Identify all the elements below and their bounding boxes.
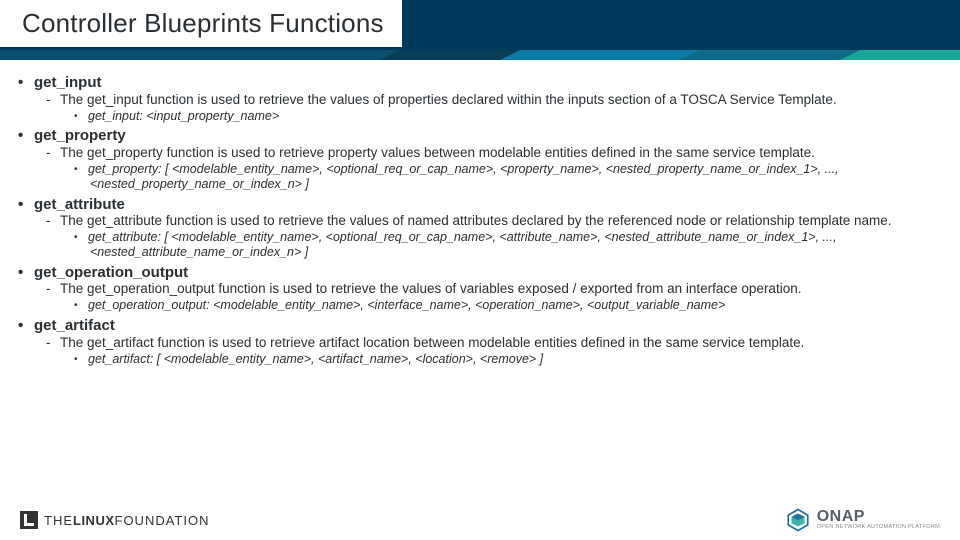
lf-the: THE [44, 513, 73, 528]
linux-foundation-logo: THELINUXFOUNDATION [20, 511, 209, 529]
onap-big: ONAP [817, 509, 940, 525]
fn-syntax: get_operation_output: <modelable_entity_… [90, 298, 932, 313]
footer: THELINUXFOUNDATION ONAP OPEN NETWORK AUT… [0, 504, 960, 540]
fn-get-attribute: get_attribute The get_attribute function… [34, 196, 932, 260]
fn-syntax: get_input: <input_property_name> [90, 109, 932, 124]
fn-name: get_artifact [30, 317, 932, 335]
fn-desc: The get_attribute function is used to re… [62, 213, 932, 229]
fn-get-artifact: get_artifact The get_artifact function i… [34, 317, 932, 366]
fn-get-input: get_input The get_input function is used… [34, 74, 932, 123]
onap-logo: ONAP OPEN NETWORK AUTOMATION PLATFORM [785, 507, 940, 533]
slide: Controller Blueprints Functions get_inpu… [0, 0, 960, 540]
fn-desc: The get_input function is used to retrie… [62, 92, 932, 108]
slide-title: Controller Blueprints Functions [0, 0, 402, 47]
lf-foundation: FOUNDATION [115, 513, 210, 528]
fn-syntax: get_attribute: [ <modelable_entity_name>… [90, 230, 932, 260]
fn-syntax: get_property: [ <modelable_entity_name>,… [90, 162, 932, 192]
onap-text: ONAP OPEN NETWORK AUTOMATION PLATFORM [817, 509, 940, 531]
banner-stripe [0, 50, 960, 60]
fn-name: get_attribute [30, 196, 932, 214]
fn-name: get_operation_output [30, 264, 932, 282]
fn-desc: The get_property function is used to ret… [62, 145, 932, 161]
lf-mark-icon [20, 511, 38, 529]
fn-name: get_input [30, 74, 932, 92]
content-area: get_input The get_input function is used… [0, 60, 960, 504]
fn-desc: The get_operation_output function is use… [62, 281, 932, 297]
onap-small: OPEN NETWORK AUTOMATION PLATFORM [817, 525, 940, 531]
fn-name: get_property [30, 127, 932, 145]
fn-desc: The get_artifact function is used to ret… [62, 335, 932, 351]
fn-get-property: get_property The get_property function i… [34, 127, 932, 191]
lf-text: THELINUXFOUNDATION [44, 513, 209, 528]
title-banner: Controller Blueprints Functions [0, 0, 960, 60]
fn-get-operation-output: get_operation_output The get_operation_o… [34, 264, 932, 313]
lf-linux: LINUX [73, 513, 115, 528]
fn-syntax: get_artifact: [ <modelable_entity_name>,… [90, 352, 932, 367]
onap-mark-icon [785, 507, 811, 533]
